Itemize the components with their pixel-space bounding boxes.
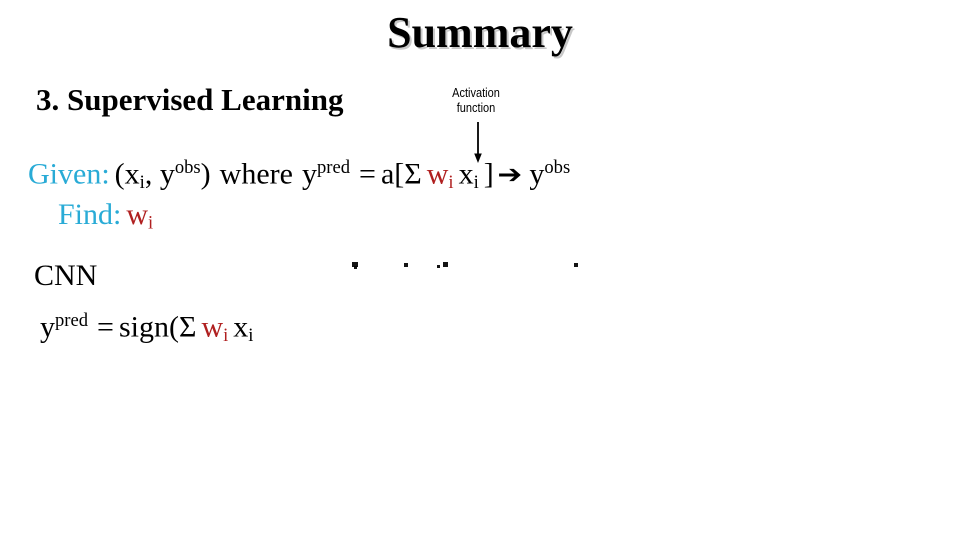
cnn-ypred-superscript: pred: [55, 310, 89, 331]
given-observed-superscript: obs: [174, 157, 201, 178]
target-base: y: [529, 157, 545, 191]
cnn-input-subscript: i: [248, 324, 254, 346]
ypred-superscript: pred: [316, 157, 351, 178]
find-weight-base: w: [126, 198, 149, 231]
summation-sigma: Σ: [404, 157, 422, 191]
maps-to-arrow-icon: ➔: [497, 159, 522, 190]
cnn-weight-base: w: [201, 310, 224, 344]
given-pair-comma: , y: [144, 157, 175, 191]
find-label: Find:: [58, 198, 122, 231]
activation-callout-line1: Activation: [452, 86, 500, 100]
ypred-base: y: [301, 157, 317, 191]
slide-canvas: Summary 3. Supervised Learning Activatio…: [0, 0, 960, 540]
clipped-glyph-artifact: [574, 263, 578, 267]
cnn-sign-function: sign(: [118, 310, 179, 344]
find-weight-subscript: i: [148, 212, 154, 234]
given-pair-close: ): [200, 157, 211, 191]
activation-callout-line2: function: [456, 101, 496, 115]
clipped-glyph-artifact: [443, 262, 448, 267]
input-subscript: i: [473, 171, 479, 193]
given-input-open: (x: [114, 157, 140, 191]
given-label: Given:: [28, 157, 110, 191]
activation-function-token: a[: [380, 157, 405, 191]
cnn-label: CNN: [34, 259, 98, 292]
cnn-equation-line: ypred = sign(Σ wi xi: [40, 303, 253, 354]
cnn-ypred-base: y: [40, 310, 55, 344]
input-base: x: [458, 157, 474, 191]
given-equation-line: Given: (xi, yobs) where ypred = a[Σ wi xi] ➔ yobs: [28, 150, 570, 201]
cnn-weight-subscript: i: [223, 324, 229, 346]
cnn-equals-sign: =: [97, 310, 114, 344]
weight-subscript: i: [448, 171, 454, 193]
activation-function-callout: Activation function: [430, 86, 522, 116]
clipped-glyph-artifact: [354, 266, 357, 269]
page-title: Summary: [387, 8, 573, 57]
clipped-glyph-artifact: [404, 263, 408, 267]
equals-sign: =: [359, 157, 376, 191]
cnn-input-base: x: [233, 310, 249, 344]
weight-base: w: [426, 157, 449, 191]
clipped-glyph-artifact: [437, 265, 440, 268]
target-superscript: obs: [544, 157, 571, 178]
section-heading: 3. Supervised Learning: [36, 82, 344, 117]
where-keyword: where: [219, 157, 293, 191]
bracket-close: ]: [483, 157, 494, 191]
cnn-summation-sigma: Σ: [178, 310, 197, 344]
find-equation-line: Find: wi: [58, 197, 153, 241]
